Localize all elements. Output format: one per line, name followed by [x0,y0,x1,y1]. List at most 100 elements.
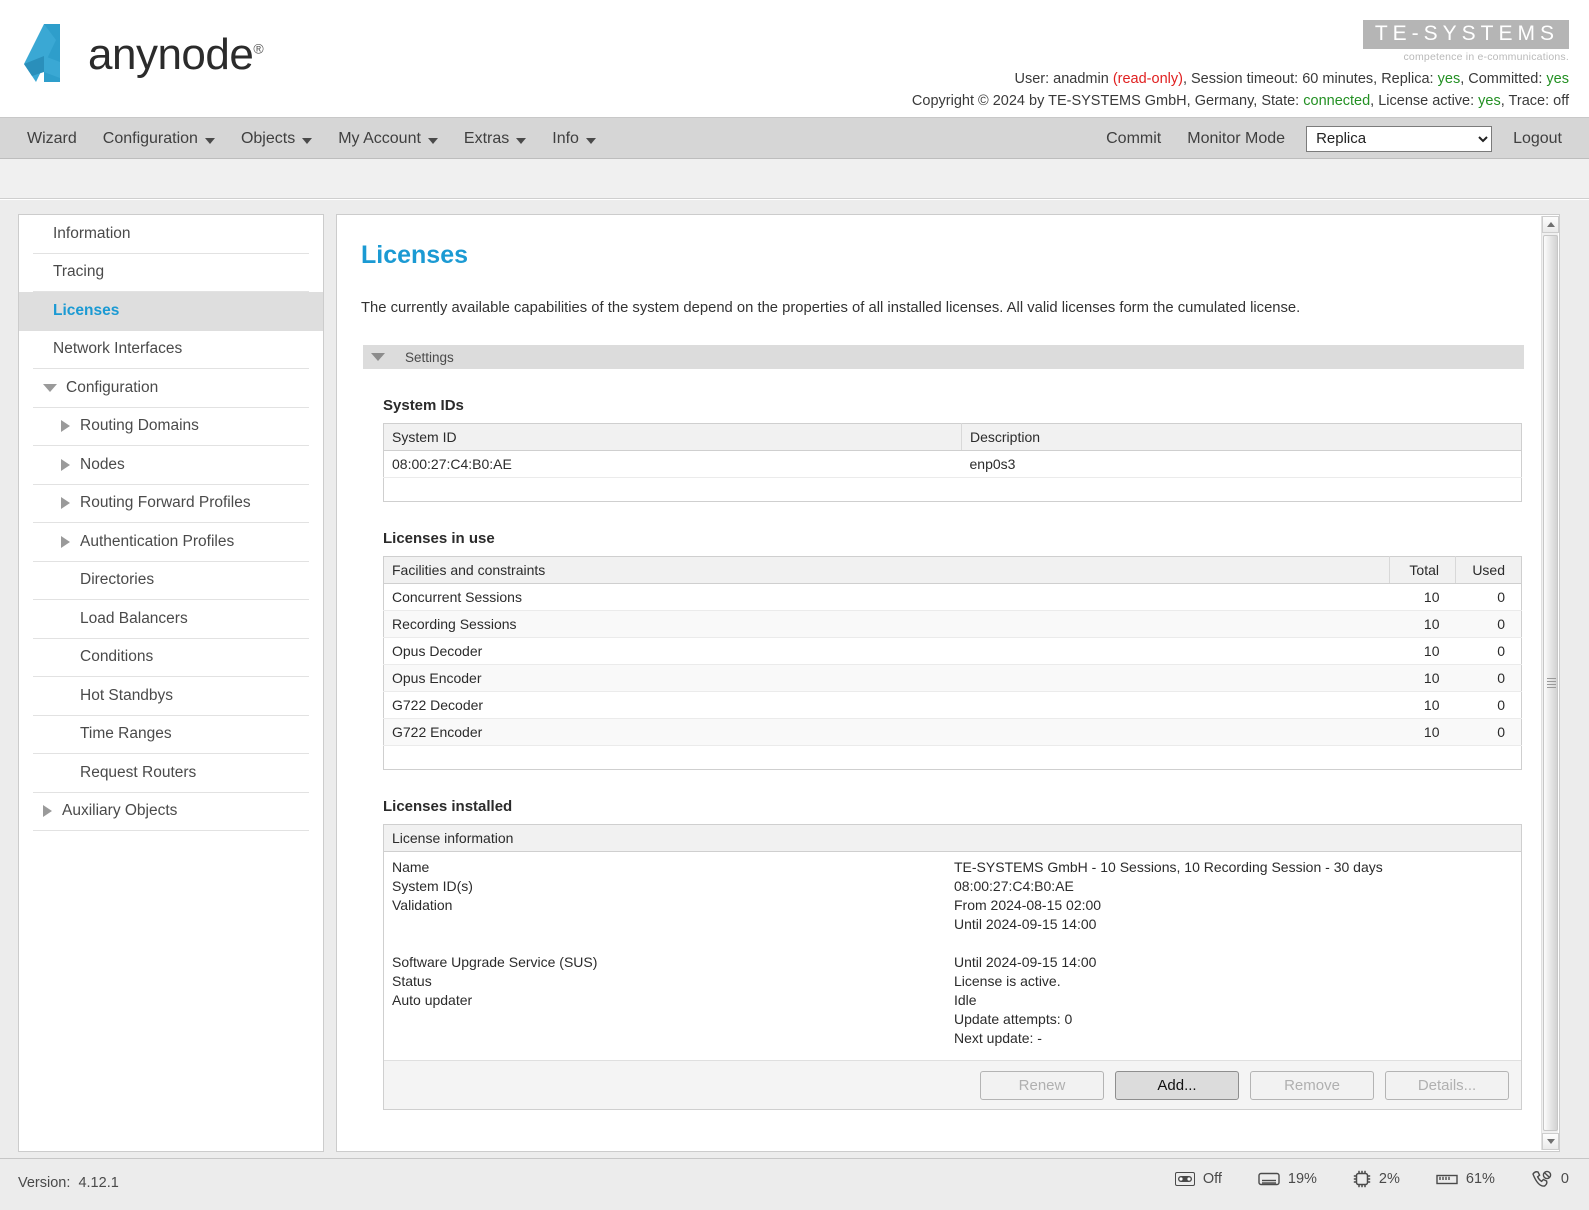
licenses-in-use-section: Licenses in use Facilities and constrain… [383,530,1522,770]
logout-label: Logout [1513,129,1562,147]
sidebar-item-label: Load Balancers [80,609,188,627]
settings-collapsible-header[interactable]: Settings [363,345,1524,369]
sidebar-item-request-routers[interactable]: Request Routers [33,754,309,793]
cell-used: 0 [1455,610,1522,638]
main-content-scroll-area: Licenses The currently available capabil… [337,215,1541,1151]
sidebar-item-time-ranges[interactable]: Time Ranges [33,716,309,754]
sidebar-item-hot-standbys[interactable]: Hot Standbys [33,677,309,716]
table-row[interactable]: Opus Encoder 10 0 [383,664,1522,692]
table-row[interactable]: Concurrent Sessions 10 0 [383,583,1522,611]
trace-status: , Trace: off [1500,93,1569,110]
cell-description: enp0s3 [961,450,1522,478]
col-total[interactable]: Total [1389,556,1456,584]
system-stats: Off 19% 2% 61% 0 [1174,1170,1569,1188]
nav-configuration[interactable]: Configuration [90,118,228,159]
sidebar-item-label: Network Interfaces [53,340,183,358]
col-description[interactable]: Description [961,423,1522,451]
sidebar-item-conditions[interactable]: Conditions [33,639,309,677]
col-system-id[interactable]: System ID [383,423,962,451]
committed-label: , Committed: [1460,71,1547,87]
nav-extras[interactable]: Extras [451,118,539,159]
sidebar-item-information[interactable]: Information [33,215,309,254]
system-ids-heading: System IDs [383,397,464,414]
table-row[interactable]: Opus Decoder 10 0 [383,637,1522,665]
triangle-right-icon[interactable] [61,458,70,471]
cell-facility: G722 Decoder [383,691,1390,719]
license-detail-key [384,1010,954,1029]
version-info: Version: 4.12.1 [18,1175,119,1191]
registered-mark: ® [253,40,264,57]
license-detail-value: 08:00:27:C4:B0:AE [954,878,1074,894]
monitor-mode-button[interactable]: Monitor Mode [1174,118,1298,159]
cell-total: 10 [1389,610,1456,638]
license-detail-value: TE-SYSTEMS GmbH - 10 Sessions, 10 Record… [954,859,1383,875]
sidebar-item-load-balancers[interactable]: Load Balancers [33,600,309,639]
license-detail-value: From 2024-08-15 02:00 [954,897,1102,913]
sidebar-item-directories[interactable]: Directories [33,562,309,600]
stat-disk[interactable]: 19% [1258,1171,1317,1187]
sidebar-item-routing-domains[interactable]: Routing Domains [33,408,309,446]
sidebar-item-auxiliary-objects[interactable]: Auxiliary Objects [33,793,309,831]
sidebar-item-routing-forward-profiles[interactable]: Routing Forward Profiles [33,485,309,523]
nav-wizard[interactable]: Wizard [14,118,90,159]
commit-button[interactable]: Commit [1093,118,1174,159]
table-row[interactable]: G722 Decoder 10 0 [383,691,1522,719]
license-detail-row: Status License is active. [384,972,1521,991]
scroll-up-button[interactable] [1542,216,1559,233]
chevron-up-icon [1546,222,1555,227]
triangle-right-icon[interactable] [61,420,70,433]
cell-facility: Concurrent Sessions [383,583,1390,611]
add-button[interactable]: Add... [1115,1070,1239,1100]
nav-objects[interactable]: Objects [228,118,325,159]
cell-used: 0 [1455,691,1522,719]
license-detail-value: Until 2024-09-15 14:00 [954,954,1097,970]
cell-system-id: 08:00:27:C4:B0:AE [383,450,962,478]
table-row[interactable]: G722 Encoder 10 0 [383,718,1522,746]
stat-calls[interactable]: 0 [1531,1170,1569,1188]
sidebar-item-authentication-profiles[interactable]: Authentication Profiles [33,523,309,562]
version-label: Version: [18,1175,71,1191]
te-systems-wordmark: TE-SYSTEMS [1362,20,1569,49]
monitor-mode-label: Monitor Mode [1187,129,1286,147]
cell-facility: Opus Decoder [383,637,1390,665]
triangle-down-icon[interactable] [371,353,385,361]
stat-memory[interactable]: 61% [1436,1171,1495,1187]
triangle-down-icon[interactable] [43,383,57,392]
version-value: 4.12.1 [78,1175,119,1191]
calls-icon [1532,1170,1552,1187]
replica-select[interactable]: Replica [1306,125,1493,152]
license-detail-value: Idle [954,992,977,1008]
triangle-right-icon[interactable] [61,497,70,510]
license-active-label: , License active: [1370,93,1479,110]
col-used[interactable]: Used [1455,556,1522,584]
anynode-logo: anynode® [22,22,264,84]
details-button[interactable]: Details... [1385,1070,1509,1100]
nav-my-account[interactable]: My Account [325,118,451,159]
table-row[interactable]: 08:00:27:C4:B0:AE enp0s3 [383,450,1522,478]
sidebar-item-licenses[interactable]: Licenses [19,292,323,331]
license-detail-value: Update attempts: 0 [954,1011,1073,1027]
stat-recorder[interactable]: Off [1174,1171,1222,1187]
logout-button[interactable]: Logout [1500,118,1575,159]
sidebar-item-network-interfaces[interactable]: Network Interfaces [33,331,309,369]
nav-info[interactable]: Info [539,118,609,159]
col-facilities[interactable]: Facilities and constraints [383,556,1390,584]
license-information-header[interactable]: License information [384,825,1521,852]
sidebar-item-configuration[interactable]: Configuration [33,369,309,408]
chevron-down-icon [427,137,438,144]
scrollbar-thumb[interactable] [1543,235,1558,1131]
triangle-right-icon[interactable] [61,535,70,548]
stat-cpu[interactable]: 2% [1353,1170,1400,1188]
committed-value: yes [1546,71,1569,87]
scroll-down-button[interactable] [1542,1133,1559,1150]
navbar-left-group: Wizard Configuration Objects My Account … [14,118,609,159]
commit-label: Commit [1106,129,1162,147]
sidebar-item-tracing[interactable]: Tracing [33,254,309,292]
renew-button[interactable]: Renew [980,1070,1104,1100]
triangle-right-icon[interactable] [43,805,52,818]
table-row[interactable]: Recording Sessions 10 0 [383,610,1522,638]
remove-button[interactable]: Remove [1250,1070,1374,1100]
sidebar-item-nodes[interactable]: Nodes [33,446,309,485]
main-vertical-scrollbar[interactable] [1541,216,1559,1150]
main-content-panel: Licenses The currently available capabil… [336,214,1560,1152]
